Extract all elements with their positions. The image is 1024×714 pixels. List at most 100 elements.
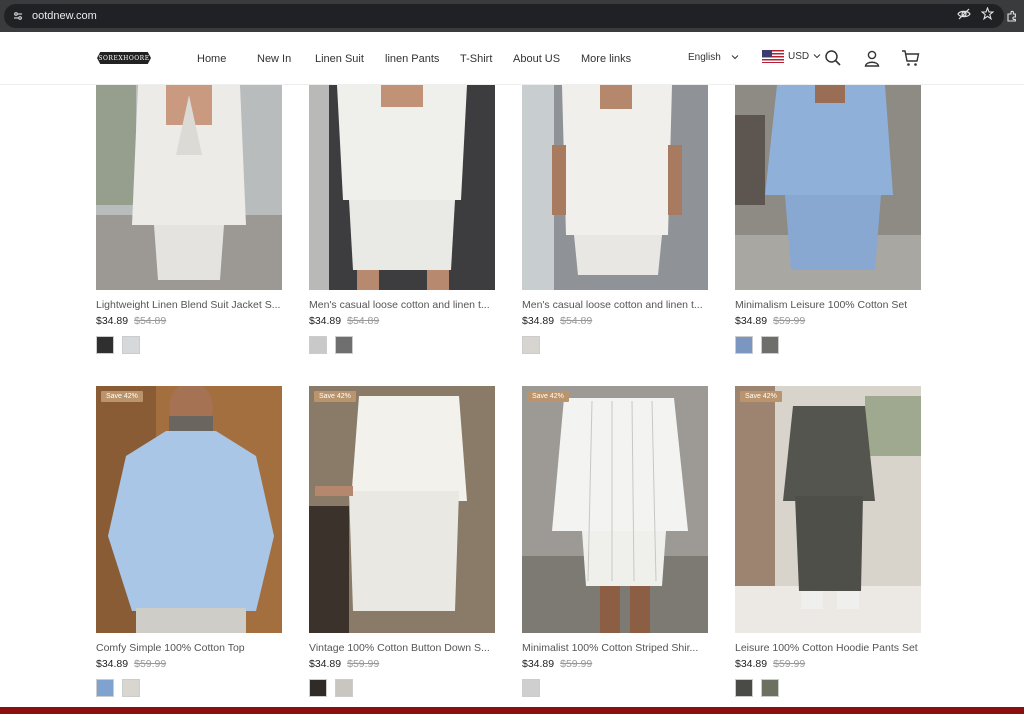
product-card[interactable]: Save 42% Leisure 100% Cotton Hoodie Pant…: [735, 386, 921, 701]
save-badge: Save 42%: [740, 391, 782, 402]
address-bar-actions: [957, 4, 995, 28]
color-swatch[interactable]: [735, 679, 753, 697]
original-price: $59.99: [773, 315, 806, 327]
color-swatch[interactable]: [96, 336, 114, 354]
original-price: $59.99: [134, 658, 167, 670]
sale-price: $34.89: [96, 658, 129, 670]
color-swatches: [309, 679, 353, 697]
original-price: $59.99: [347, 658, 380, 670]
product-price: $34.89 $59.99: [735, 658, 805, 670]
main-nav: Home New In Linen Suit linen Pants T-Shi…: [197, 51, 641, 67]
product-image[interactable]: Save 42%: [96, 386, 282, 633]
color-swatch[interactable]: [335, 336, 353, 354]
language-label: English: [688, 52, 721, 63]
product-card[interactable]: Save 42% Vintage 100% Cotton Button Down…: [309, 386, 495, 701]
color-swatch[interactable]: [122, 679, 140, 697]
product-card[interactable]: Save 42% Minimalist 100% Cotton Striped …: [522, 386, 708, 701]
product-title[interactable]: Leisure 100% Cotton Hoodie Pants Set: [735, 642, 921, 654]
product-price: $34.89 $59.99: [96, 658, 166, 670]
sale-price: $34.89: [735, 315, 768, 327]
product-title[interactable]: Minimalist 100% Cotton Striped Shir...: [522, 642, 708, 654]
original-price: $54.89: [560, 315, 593, 327]
color-swatches: [96, 679, 140, 697]
site-settings-icon[interactable]: [6, 4, 30, 28]
browser-chrome: ootdnew.com: [0, 0, 1024, 32]
nav-home[interactable]: Home: [197, 51, 257, 67]
bookmark-star-icon[interactable]: [980, 6, 995, 25]
product-price: $34.89 $59.99: [735, 315, 805, 327]
product-price: $34.89 $59.99: [309, 658, 379, 670]
color-swatch[interactable]: [761, 336, 779, 354]
product-card[interactable]: Save 42% Comfy Simple 100% Cotton Top $3…: [96, 386, 282, 701]
color-swatch[interactable]: [122, 336, 140, 354]
url-text: ootdnew.com: [32, 10, 97, 22]
sale-price: $34.89: [309, 658, 342, 670]
color-swatch[interactable]: [309, 336, 327, 354]
product-card[interactable]: Men's casual loose cotton and linen t...…: [522, 85, 708, 355]
search-icon[interactable]: [823, 48, 843, 68]
color-swatch[interactable]: [335, 679, 353, 697]
product-title[interactable]: Vintage 100% Cotton Button Down S...: [309, 642, 495, 654]
nav-linen-pants[interactable]: linen Pants: [385, 51, 460, 67]
sale-price: $34.89: [96, 315, 129, 327]
product-image[interactable]: [735, 85, 921, 290]
product-image[interactable]: [309, 85, 495, 290]
product-title[interactable]: Comfy Simple 100% Cotton Top: [96, 642, 282, 654]
product-price: $34.89 $54.89: [309, 315, 379, 327]
site-header: SOREXHOORE Home New In Linen Suit linen …: [0, 32, 1024, 85]
language-selector[interactable]: English: [688, 52, 739, 63]
currency-selector[interactable]: USD: [762, 50, 821, 63]
color-swatch[interactable]: [761, 679, 779, 697]
original-price: $59.99: [773, 658, 806, 670]
save-badge: Save 42%: [101, 391, 143, 402]
extensions-icon[interactable]: [1002, 4, 1020, 28]
product-image[interactable]: [522, 85, 708, 290]
eye-off-icon[interactable]: [957, 7, 971, 26]
color-swatch[interactable]: [522, 679, 540, 697]
logo-text: SOREXHOORE: [98, 54, 150, 62]
product-title[interactable]: Minimalism Leisure 100% Cotton Set: [735, 299, 921, 311]
sale-price: $34.89: [735, 658, 768, 670]
nav-linen-suit[interactable]: Linen Suit: [315, 51, 385, 67]
footer-accent-bar: [0, 707, 1024, 714]
product-card[interactable]: Men's casual loose cotton and linen t...…: [309, 85, 495, 355]
product-price: $34.89 $54.89: [96, 315, 166, 327]
color-swatches: [735, 679, 779, 697]
product-card[interactable]: Lightweight Linen Blend Suit Jacket S...…: [96, 85, 282, 355]
account-icon[interactable]: [862, 48, 882, 68]
product-card[interactable]: Minimalism Leisure 100% Cotton Set $34.8…: [735, 85, 921, 355]
product-image[interactable]: Save 42%: [735, 386, 921, 633]
color-swatch[interactable]: [522, 336, 540, 354]
brand-logo[interactable]: SOREXHOORE: [97, 52, 151, 64]
color-swatches: [96, 336, 140, 354]
nav-t-shirt[interactable]: T-Shirt: [460, 51, 513, 67]
color-swatch[interactable]: [735, 336, 753, 354]
nav-more-links[interactable]: More links: [581, 51, 641, 67]
product-title[interactable]: Men's casual loose cotton and linen t...: [522, 299, 708, 311]
product-title[interactable]: Men's casual loose cotton and linen t...: [309, 299, 495, 311]
chevron-down-icon: [813, 51, 821, 62]
us-flag-icon: [762, 50, 784, 63]
color-swatch[interactable]: [309, 679, 327, 697]
save-badge: Save 42%: [527, 391, 569, 402]
original-price: $54.89: [347, 315, 380, 327]
original-price: $54.89: [134, 315, 167, 327]
sale-price: $34.89: [522, 658, 555, 670]
product-image[interactable]: Save 42%: [522, 386, 708, 633]
product-image[interactable]: [96, 85, 282, 290]
sale-price: $34.89: [522, 315, 555, 327]
color-swatches: [522, 679, 540, 697]
original-price: $59.99: [560, 658, 593, 670]
address-bar[interactable]: ootdnew.com: [4, 4, 1004, 28]
product-image[interactable]: Save 42%: [309, 386, 495, 633]
cart-icon[interactable]: [900, 48, 920, 68]
product-title[interactable]: Lightweight Linen Blend Suit Jacket S...: [96, 299, 282, 311]
product-price: $34.89 $54.89: [522, 315, 592, 327]
color-swatches: [309, 336, 353, 354]
nav-new-in[interactable]: New In: [257, 51, 315, 67]
sale-price: $34.89: [309, 315, 342, 327]
nav-about-us[interactable]: About US: [513, 51, 581, 67]
color-swatch[interactable]: [96, 679, 114, 697]
currency-label: USD: [788, 51, 810, 62]
chevron-down-icon: [731, 52, 739, 63]
